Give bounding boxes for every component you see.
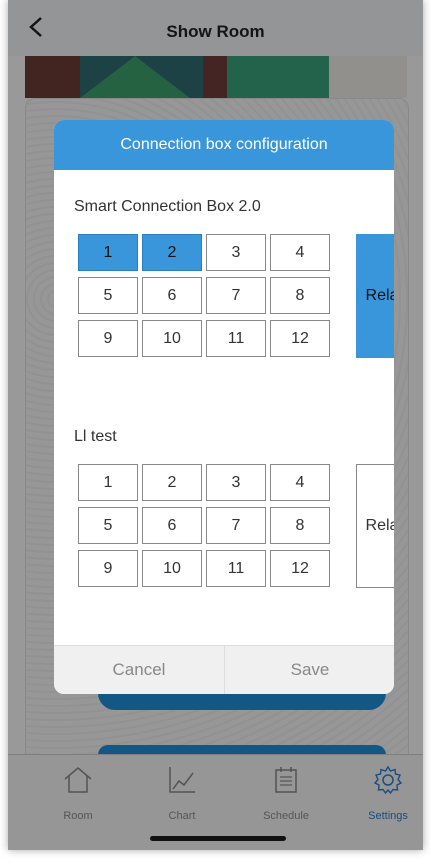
channel-cell[interactable]: 12 <box>270 320 330 357</box>
phone-screen: Show Room Room Chart Schedule Settings C… <box>8 0 423 850</box>
channel-cell[interactable]: 6 <box>142 277 202 314</box>
channel-cell[interactable]: 4 <box>270 234 330 271</box>
relay-toggle[interactable]: Relay <box>356 234 394 358</box>
channel-cell[interactable]: 6 <box>142 507 202 544</box>
channel-cell[interactable]: 7 <box>206 507 266 544</box>
channel-cell[interactable]: 9 <box>78 320 138 357</box>
channel-cell[interactable]: 11 <box>206 320 266 357</box>
home-indicator <box>150 836 286 841</box>
box-name: Ll test <box>74 428 117 445</box>
save-button[interactable]: Save <box>224 646 394 694</box>
box-name: Smart Connection Box 2.0 <box>74 198 261 215</box>
channel-cell[interactable]: 3 <box>206 234 266 271</box>
channel-cell[interactable]: 2 <box>142 464 202 501</box>
channel-cell[interactable]: 1 <box>78 234 138 271</box>
channel-cell[interactable]: 4 <box>270 464 330 501</box>
connection-box-dialog: Connection box configuration Smart Conne… <box>54 120 394 694</box>
cancel-button[interactable]: Cancel <box>54 646 224 694</box>
channel-cell[interactable]: 7 <box>206 277 266 314</box>
channel-cell[interactable]: 3 <box>206 464 266 501</box>
channel-cell[interactable]: 5 <box>78 507 138 544</box>
channel-cell[interactable]: 1 <box>78 464 138 501</box>
dialog-footer: Cancel Save <box>54 645 394 694</box>
channel-grid: Relay 123456789101112 <box>78 464 394 588</box>
channel-cell[interactable]: 2 <box>142 234 202 271</box>
channel-cell[interactable]: 8 <box>270 507 330 544</box>
channel-grid: Relay 123456789101112 <box>78 234 394 358</box>
channel-cell[interactable]: 10 <box>142 320 202 357</box>
relay-toggle[interactable]: Relay <box>356 464 394 588</box>
dialog-title: Connection box configuration <box>54 120 394 170</box>
channel-cell[interactable]: 11 <box>206 550 266 587</box>
channel-cell[interactable]: 8 <box>270 277 330 314</box>
channel-cell[interactable]: 12 <box>270 550 330 587</box>
channel-cell[interactable]: 10 <box>142 550 202 587</box>
channel-cell[interactable]: 5 <box>78 277 138 314</box>
channel-cell[interactable]: 9 <box>78 550 138 587</box>
